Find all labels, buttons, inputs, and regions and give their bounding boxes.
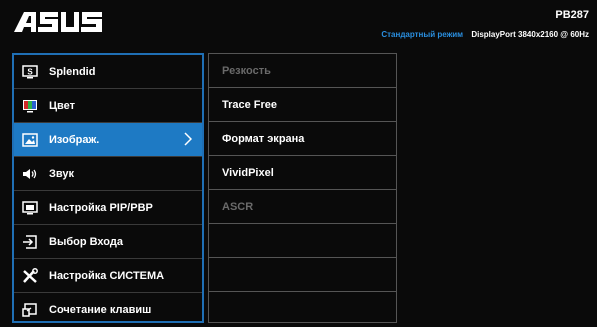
input-source-label: DisplayPort (471, 30, 516, 39)
input-select-icon (21, 234, 39, 250)
resolution-label: 3840x2160 @ 60Hz (518, 30, 589, 39)
osd-header: PB287 Стандартный режим DisplayPort 3840… (0, 0, 597, 50)
menu-item-input-select[interactable]: Выбор Входа (14, 225, 202, 259)
menu-item-label: Звук (49, 167, 75, 180)
splendid-icon: S (21, 64, 39, 80)
menu-item-system[interactable]: Настройка СИСТЕМА (14, 259, 202, 293)
asus-logo (14, 12, 102, 32)
menu-item-shortcut[interactable]: Сочетание клавиш (14, 293, 202, 327)
svg-text:S: S (27, 67, 33, 76)
menu-item-label: Цвет (49, 99, 76, 112)
main-menu: S Splendid Цвет Изображ. Звук Настройка … (12, 53, 204, 323)
image-submenu: Резкость Trace Free Формат экрана VividP… (208, 53, 397, 323)
color-icon (21, 98, 39, 114)
menu-item-sound[interactable]: Звук (14, 157, 202, 191)
menu-item-label: Изображ. (49, 133, 100, 146)
status-line: Стандартный режим DisplayPort 3840x2160 … (381, 30, 589, 39)
speaker-icon (21, 166, 39, 182)
submenu-item-ascr: ASCR (209, 190, 396, 224)
menu-item-splendid[interactable]: S Splendid (14, 55, 202, 89)
submenu-empty-slot (209, 258, 396, 292)
menu-item-color[interactable]: Цвет (14, 89, 202, 123)
submenu-empty-slot (209, 224, 396, 258)
submenu-item-trace-free[interactable]: Trace Free (209, 88, 396, 122)
tools-icon (21, 267, 39, 284)
submenu-item-aspect-control[interactable]: Формат экрана (209, 122, 396, 156)
menu-item-label: Splendid (49, 65, 96, 78)
pip-icon (21, 200, 39, 216)
menu-item-pip[interactable]: Настройка PIP/PBP (14, 191, 202, 225)
menu-item-label: Настройка PIP/PBP (49, 201, 153, 214)
image-icon (21, 132, 39, 148)
splendid-mode-label: Стандартный режим (381, 30, 464, 39)
submenu-empty-slot (209, 292, 396, 326)
menu-item-label: Настройка СИСТЕМА (49, 269, 165, 282)
submenu-item-vividpixel[interactable]: VividPixel (209, 156, 396, 190)
chevron-right-icon (184, 132, 192, 146)
submenu-item-sharpness: Резкость (209, 54, 396, 88)
menu-item-image[interactable]: Изображ. (14, 123, 202, 157)
menu-item-label: Выбор Входа (49, 235, 123, 248)
menu-item-label: Сочетание клавиш (49, 304, 152, 316)
shortcut-icon (21, 302, 39, 318)
model-name: PB287 (555, 9, 589, 21)
